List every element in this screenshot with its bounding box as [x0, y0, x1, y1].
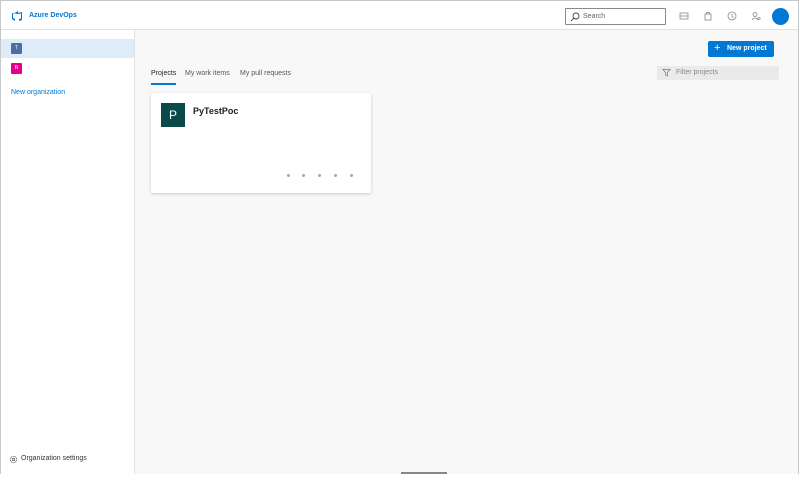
org-badge: T: [11, 43, 22, 54]
sidebar-org-item-1[interactable]: R: [1, 59, 134, 78]
top-bar: Azure DevOps Search: [1, 1, 798, 30]
azure-devops-logo-icon[interactable]: [11, 10, 23, 22]
tab-projects[interactable]: Projects: [151, 70, 176, 77]
active-tab-indicator: [151, 83, 176, 85]
scrollbar-thumb[interactable]: [401, 472, 447, 474]
help-icon[interactable]: [727, 11, 737, 21]
list-icon[interactable]: [679, 11, 689, 21]
new-organization-link[interactable]: New organization: [11, 89, 65, 96]
project-card[interactable]: P PyTestPoc: [151, 93, 371, 193]
search-icon: [570, 12, 580, 22]
filter-icon: [662, 68, 671, 77]
stat-dot: [318, 174, 321, 177]
plus-icon: +: [714, 42, 721, 54]
project-name[interactable]: PyTestPoc: [193, 106, 238, 116]
stat-dot: [334, 174, 337, 177]
org-badge: R: [11, 63, 22, 74]
gear-icon: [9, 455, 18, 464]
brand-name[interactable]: Azure DevOps: [29, 12, 77, 19]
search-box[interactable]: Search: [565, 8, 666, 25]
sidebar: T R New organization Organization settin…: [1, 30, 135, 474]
tab-my-pull-requests[interactable]: My pull requests: [240, 70, 291, 77]
user-settings-icon[interactable]: [751, 11, 761, 21]
sidebar-org-item-0[interactable]: T: [1, 39, 134, 58]
project-avatar: P: [161, 103, 185, 127]
stat-dot: [287, 174, 290, 177]
user-avatar[interactable]: [772, 8, 789, 25]
stat-dot: [350, 174, 353, 177]
tab-my-work-items[interactable]: My work items: [185, 70, 230, 77]
new-project-button[interactable]: + New project: [708, 41, 774, 57]
search-placeholder: Search: [583, 13, 606, 20]
filter-placeholder: Filter projects: [676, 69, 719, 76]
new-project-label: New project: [727, 45, 767, 52]
filter-projects-input[interactable]: Filter projects: [657, 66, 779, 80]
app-window: Azure DevOps Search T R New organization…: [0, 0, 799, 474]
shopping-bag-icon[interactable]: [703, 11, 713, 21]
main-content: + New project Projects My work items My …: [135, 30, 798, 474]
stat-dot: [302, 174, 305, 177]
organization-settings-label: Organization settings: [21, 455, 87, 462]
